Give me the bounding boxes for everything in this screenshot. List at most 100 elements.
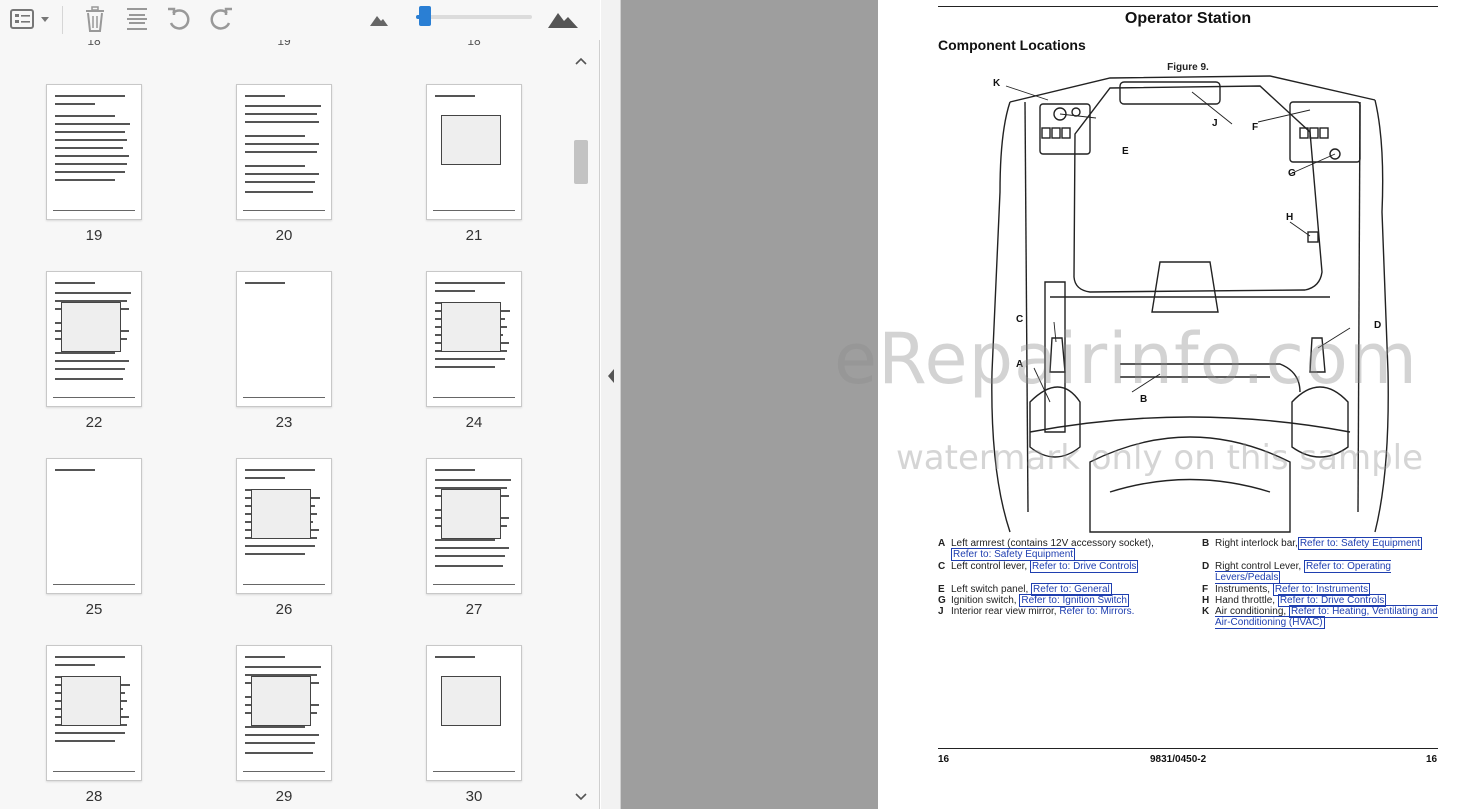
page-thumbnail[interactable] <box>46 645 142 781</box>
rotate-pages-button[interactable] <box>122 4 152 34</box>
callout-g: G <box>1288 168 1296 179</box>
thumbnail-text-line <box>435 469 475 471</box>
undo-icon <box>168 7 190 30</box>
thumbnail-text-line <box>55 352 115 354</box>
thumbnail-page-number: 23 <box>275 414 293 431</box>
thumbnail-footer-line <box>243 210 325 211</box>
footer-page-left: 16 <box>938 754 950 765</box>
thumbnail-text-line <box>245 469 315 471</box>
link-safety-equipment-2[interactable]: Refer to: Safety Equipment <box>1297 537 1422 550</box>
thumbnail-figure <box>441 676 501 726</box>
thumbnail-page-number: 28 <box>85 788 103 805</box>
zoom-in-button[interactable] <box>546 4 580 34</box>
link-mirrors[interactable]: Refer to: Mirrors. <box>1059 606 1134 617</box>
rotate-pages-icon <box>127 8 147 30</box>
thumbnail-grid: 18 19 18 19 20 21 22 23 24 25 26 27 28 29 30 <box>0 40 570 809</box>
page-thumbnail[interactable] <box>236 84 332 220</box>
page-thumbnail[interactable] <box>426 271 522 407</box>
thumbnail-text-line <box>435 95 475 97</box>
thumbnail-figure <box>61 302 121 352</box>
undo-button[interactable] <box>164 4 194 34</box>
thumbnail-footer-line <box>53 771 135 772</box>
zoom-slider[interactable] <box>416 15 532 19</box>
thumbnail-footer-line <box>243 397 325 398</box>
thumbnail-text-line <box>55 163 127 165</box>
thumbnail-page-number: 21 <box>465 227 483 244</box>
thumbnail-page-number: 27 <box>465 601 483 618</box>
thumbnail-footer-line <box>53 210 135 211</box>
thumbnail-text-line <box>55 155 129 157</box>
thumbnail-text-line <box>245 121 319 123</box>
thumbnail-page-number: 24 <box>465 414 483 431</box>
thumbnail-text-line <box>55 103 95 105</box>
page-thumbnail[interactable] <box>236 645 332 781</box>
zoom-out-button[interactable] <box>366 4 392 34</box>
page-thumbnail[interactable] <box>46 84 142 220</box>
page-thumbnail[interactable] <box>426 458 522 594</box>
thumbnail-page-number: 20 <box>275 227 293 244</box>
chevron-left-icon <box>608 369 614 383</box>
thumbnail-text-line <box>55 147 123 149</box>
thumbnail-text-line <box>55 656 125 658</box>
thumbnail-text-line <box>245 666 321 668</box>
page-thumbnail[interactable] <box>46 271 142 407</box>
callout-e: E <box>1122 146 1129 157</box>
page-thumbnail[interactable] <box>46 458 142 594</box>
thumbnail-text-line <box>245 135 305 137</box>
chevron-down-icon <box>41 17 49 22</box>
thumbnail-text-line <box>435 290 475 292</box>
thumbnail-text-line <box>55 740 115 742</box>
scroll-down-button[interactable] <box>572 788 590 806</box>
scrollbar-thumb[interactable] <box>574 140 588 184</box>
thumbnail-page-number: 19 <box>85 227 103 244</box>
thumbnail-footer-line <box>53 584 135 585</box>
delete-page-button[interactable] <box>80 4 110 34</box>
thumbnail-text-line <box>245 553 305 555</box>
thumbnail-text-line <box>435 479 511 481</box>
thumbnail-scrollbar[interactable] <box>572 50 590 809</box>
redo-button[interactable] <box>206 4 236 34</box>
thumbnail-footer-line <box>433 210 515 211</box>
footer-page-right: 16 <box>1426 754 1438 765</box>
thumbnail-text-line <box>55 171 125 173</box>
thumbnail-figure <box>61 676 121 726</box>
thumbnail-text-line <box>435 565 503 567</box>
page-thumbnail[interactable] <box>426 84 522 220</box>
page-title: Operator Station <box>1124 10 1252 27</box>
page-thumbnail[interactable] <box>236 271 332 407</box>
thumbnail-page-number: 25 <box>85 601 103 618</box>
thumbnail-text-line <box>435 366 495 368</box>
thumbnail-text-line <box>435 358 505 360</box>
thumbnail-text-line <box>245 734 319 736</box>
thumbnail-text-line <box>245 726 305 728</box>
thumbnail-text-line <box>55 282 95 284</box>
section-heading: Component Locations <box>938 37 1086 53</box>
callout-k: K <box>993 78 1001 89</box>
thumbnail-text-line <box>245 656 285 658</box>
thumbnail-figure <box>251 489 311 539</box>
thumbnail-text-line <box>55 115 115 117</box>
callout-h: H <box>1286 212 1294 223</box>
scroll-up-button[interactable] <box>572 52 590 70</box>
thumbnail-text-line <box>245 545 315 547</box>
thumbnail-text-line <box>55 95 125 97</box>
thumbnail-text-line <box>55 360 129 362</box>
callout-f: F <box>1252 122 1259 133</box>
zoom-in-mountain-icon <box>548 13 578 28</box>
zoom-out-mountain-icon <box>370 16 388 26</box>
redo-icon <box>210 7 232 30</box>
thumbnail-text-line <box>55 131 125 133</box>
thumbnail-view-menu-button[interactable] <box>8 4 52 34</box>
thumbnail-page-number: 30 <box>465 788 483 805</box>
page-thumbnail[interactable] <box>236 458 332 594</box>
page-thumbnail[interactable] <box>426 645 522 781</box>
document-page: Operator Station Component Locations Fig… <box>878 0 1464 809</box>
link-drive-controls[interactable]: Refer to: Drive Controls <box>1029 560 1139 573</box>
zoom-slider-thumb[interactable] <box>418 6 431 26</box>
thumbnail-text-line <box>245 282 285 284</box>
collapse-panel-handle[interactable] <box>601 0 621 809</box>
chevron-down-icon <box>575 793 587 801</box>
thumbnail-text-line <box>245 105 321 107</box>
thumbnail-text-line <box>435 282 505 284</box>
thumbnail-page-number: 26 <box>275 601 293 618</box>
